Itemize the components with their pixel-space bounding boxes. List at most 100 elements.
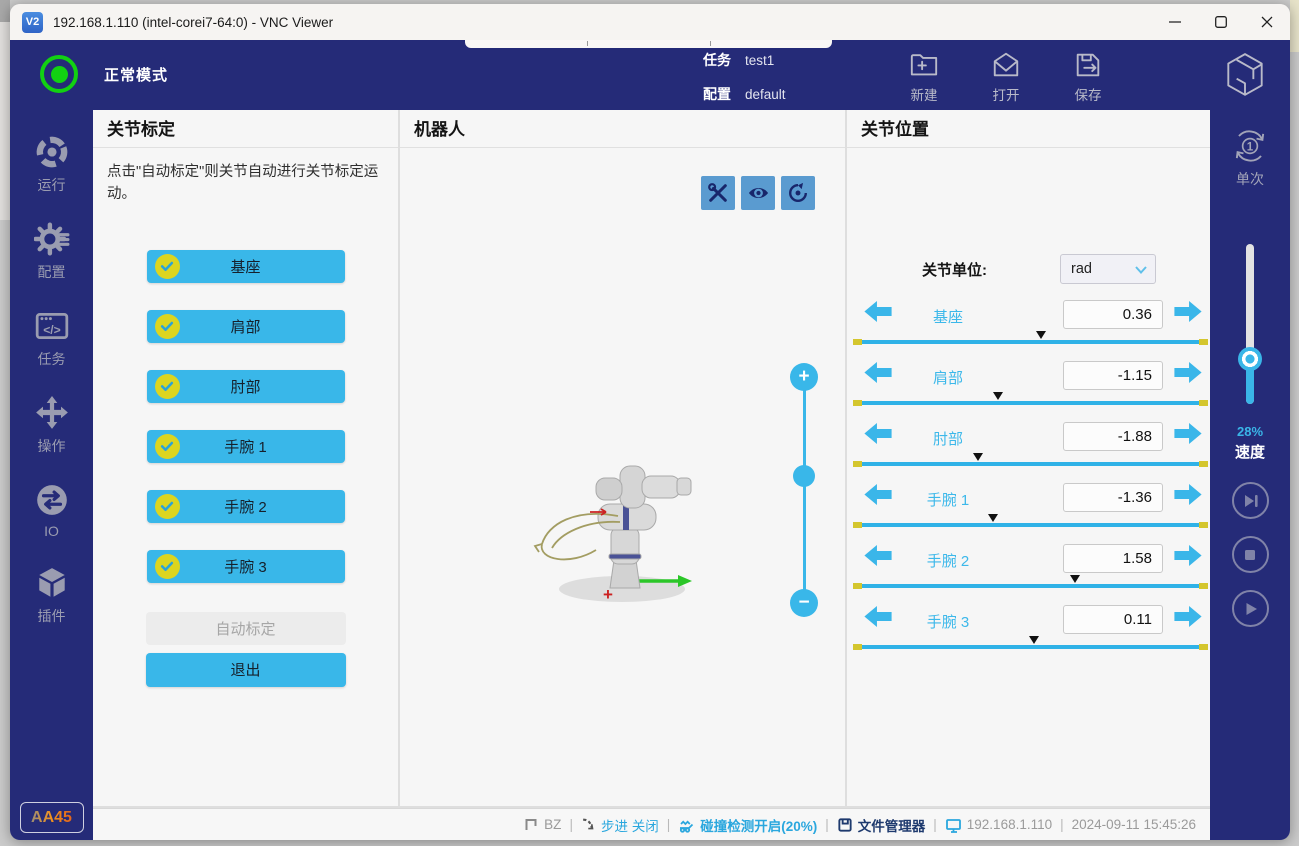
joint-decrease-button[interactable] [863,300,893,328]
joint-decrease-button[interactable] [863,544,893,572]
joint-slider-marker[interactable] [1036,331,1046,339]
step-mode-indicator[interactable]: 步进 关闭 [581,815,659,835]
maximize-icon [1215,16,1227,28]
calibration-joint-button[interactable]: 手腕 2 [147,490,345,523]
joint-value-field[interactable]: -1.88 [1063,422,1163,451]
joint-decrease-button[interactable] [863,361,893,389]
new-file-icon [909,50,939,80]
desktop-background-fragment [0,0,10,22]
sidebar-item-io[interactable]: IO [10,482,93,539]
sidebar-item-operate[interactable]: 操作 [10,395,93,456]
save-icon [1073,50,1103,80]
file-manager-label: 文件管理器 [858,815,926,835]
joint-decrease-button[interactable] [863,605,893,633]
file-manager-button[interactable]: 文件管理器 [837,815,926,835]
sidebar-item-label: 任务 [38,349,66,369]
stop-button[interactable] [1232,536,1269,573]
brand-logo-icon[interactable] [1222,51,1268,104]
robot-id-label: AA45 [31,809,72,827]
collision-detection-indicator[interactable]: 碰撞检测开启(20%) [678,815,817,835]
step-forward-button[interactable] [1232,482,1269,519]
joint-increase-button[interactable] [1173,483,1203,511]
robot-panel[interactable]: 机器人 [400,110,845,806]
check-icon [155,494,180,519]
speed-slider[interactable] [1246,244,1254,404]
sidebar-item-label: 插件 [38,606,66,626]
sidebar-item-config[interactable]: 配置 [10,221,93,282]
joint-slider-marker[interactable] [988,514,998,522]
step-mode-label: 步进 关闭 [601,815,659,835]
joint-value-field[interactable]: -1.15 [1063,361,1163,390]
joint-slider-marker[interactable] [993,392,1003,400]
zoom-slider-handle[interactable] [793,465,815,487]
joint-row: 手腕 1 -1.36 [847,479,1210,540]
single-run-icon: 1 [1230,126,1270,166]
joint-slider-track[interactable] [855,401,1206,405]
joint-value-field[interactable]: -1.36 [1063,483,1163,512]
joint-name: 手腕 1 [893,489,1003,510]
config-row[interactable]: 配置 default [703,84,786,104]
new-button[interactable]: 新建 [894,50,954,104]
joint-increase-button[interactable] [1173,300,1203,328]
calibration-joint-button[interactable]: 肘部 [147,370,345,403]
close-button[interactable] [1244,4,1290,40]
zoom-in-button[interactable]: + [790,363,818,391]
robot-3d-view[interactable]: + [530,450,700,610]
joint-value-field[interactable]: 0.11 [1063,605,1163,634]
minimize-button[interactable] [1152,4,1198,40]
maximize-button[interactable] [1198,4,1244,40]
single-run-button[interactable]: 1 单次 [1210,126,1290,189]
calibration-joint-button[interactable]: 肩部 [147,310,345,343]
joint-slider-marker[interactable] [1070,575,1080,583]
joint-slider-track[interactable] [855,584,1206,588]
status-green-icon [40,55,78,93]
bz-label: BZ [544,817,561,832]
joint-value-field[interactable]: 0.36 [1063,300,1163,329]
joint-slider-track[interactable] [855,645,1206,649]
joint-increase-button[interactable] [1173,422,1203,450]
calibration-joint-button[interactable]: 手腕 1 [147,430,345,463]
run-icon [34,134,70,170]
joint-decrease-button[interactable] [863,483,893,511]
zoom-slider-track[interactable] [803,390,806,590]
joint-name: 肩部 [893,367,1003,388]
zoom-out-button[interactable]: − [790,589,818,617]
joint-slider-track[interactable] [855,340,1206,344]
sidebar-item-run[interactable]: 运行 [10,134,93,195]
connection-info: 192.168.1.110 [945,817,1052,833]
joint-slider-marker[interactable] [973,453,983,461]
auto-calibrate-button[interactable]: 自动标定 [146,612,346,645]
sidebar-item-label: 配置 [38,262,66,282]
calibration-joint-button[interactable]: 基座 [147,250,345,283]
speed-slider-handle[interactable] [1238,347,1262,371]
exit-button[interactable]: 退出 [146,653,346,687]
visibility-button[interactable] [741,176,775,210]
desktop-background-fragment [1290,0,1299,52]
joint-slider-track[interactable] [855,523,1206,527]
joint-name: 手腕 2 [893,550,1003,571]
reset-view-button[interactable] [781,176,815,210]
joint-increase-button[interactable] [1173,544,1203,572]
joint-row: 手腕 2 1.58 [847,540,1210,601]
joint-name: 手腕 3 [893,611,1003,632]
robot-id-badge[interactable]: AA45 [20,802,84,833]
tools-button[interactable] [701,176,735,210]
sidebar-item-task[interactable]: </> 任务 [10,308,93,369]
mode-indicator[interactable]: 正常模式 [40,55,168,93]
joint-row: 肩部 -1.15 [847,357,1210,418]
joint-decrease-button[interactable] [863,422,893,450]
joint-increase-button[interactable] [1173,361,1203,389]
playback-controls [1210,482,1290,627]
sidebar-item-plugin[interactable]: 插件 [10,565,93,626]
calibration-joint-button[interactable]: 手腕 3 [147,550,345,583]
save-button[interactable]: 保存 [1058,50,1118,104]
task-row[interactable]: 任务 test1 [703,50,774,70]
joint-increase-button[interactable] [1173,605,1203,633]
play-button[interactable] [1232,590,1269,627]
joint-value-field[interactable]: 1.58 [1063,544,1163,573]
minimize-icon [1169,16,1181,28]
joint-slider-track[interactable] [855,462,1206,466]
joint-unit-select[interactable]: rad [1060,254,1156,284]
joint-slider-marker[interactable] [1029,636,1039,644]
open-button[interactable]: 打开 [976,50,1036,104]
